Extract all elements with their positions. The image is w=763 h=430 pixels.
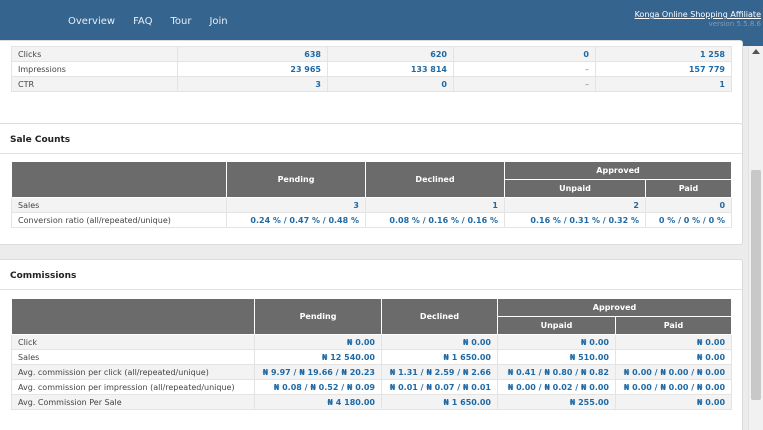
cell-value: 2 [504,197,646,213]
cell-value: 638 [177,46,328,62]
nav-overview[interactable]: Overview [68,16,115,27]
header-approved: Approved [503,161,733,180]
cell-value: ₦ 4 180.00 [254,394,382,410]
cell-value: 1 [595,76,732,92]
affiliate-info: Konga Online Shopping Affiliate version … [635,10,761,28]
table-row: Impressions 23 965 133 814 – 157 779 [11,61,732,77]
header-row: Pending Declined Approved [11,161,733,198]
panel-title: Commissions [0,260,742,290]
table-row: Click ₦ 0.00 ₦ 0.00 ₦ 0.00 ₦ 0.00 [11,334,733,350]
cell-value: 0.16 % / 0.31 % / 0.32 % [504,212,646,228]
header-declined: Declined [365,161,505,198]
cell-value: ₦ 0.00 [614,394,733,410]
cell-value: ₦ 0.41 / ₦ 0.80 / ₦ 0.82 [497,364,616,380]
row-label: Impressions [11,61,178,77]
cell-value: 133 814 [327,61,454,77]
header-blank [11,161,227,198]
cell-value: 0 [644,197,733,213]
cell-value: 3 [226,197,366,213]
cell-value: 0 % / 0 % / 0 % [644,212,733,228]
nav-faq[interactable]: FAQ [133,16,152,27]
nav-join[interactable]: Join [209,16,227,27]
row-label: Clicks [11,46,178,62]
cell-value: ₦ 0.00 / ₦ 0.00 / ₦ 0.00 [614,364,733,380]
row-label: Avg. commission per impression (all/repe… [11,379,255,395]
header-unpaid: Unpaid [504,179,646,198]
cell-value: – [453,76,596,92]
header-paid: Paid [614,316,733,335]
scroll-thumb[interactable] [751,170,761,400]
traffic-panel: Clicks 638 620 0 1 258 Impressions 23 96… [0,40,743,135]
header-row: Pending Declined Approved [11,298,733,335]
cell-value: ₦ 1.31 / ₦ 2.59 / ₦ 2.66 [381,364,498,380]
commissions-table: Pending Declined Approved Unpaid Paid Cl… [11,298,733,410]
cell-value: ₦ 0.00 [497,334,616,350]
sale-counts-panel: Sale Counts Pending Declined Approved Un… [0,123,743,245]
header-declined: Declined [381,298,498,335]
cell-value: – [453,61,596,77]
table-row: Clicks 638 620 0 1 258 [11,46,732,62]
cell-value: ₦ 0.08 / ₦ 0.52 / ₦ 0.09 [254,379,382,395]
cell-value: 0 [453,46,596,62]
sale-counts-table: Pending Declined Approved Unpaid Paid Sa… [11,161,733,228]
cell-value: 0.24 % / 0.47 % / 0.48 % [226,212,366,228]
version-label: version 5.5.8.6 [708,20,761,28]
affiliate-link[interactable]: Konga Online Shopping Affiliate [635,10,761,19]
cell-value: ₦ 0.00 [614,334,733,350]
row-label: Sales [11,349,255,365]
cell-value: ₦ 0.00 / ₦ 0.02 / ₦ 0.00 [497,379,616,395]
row-label: Avg. commission per click (all/repeated/… [11,364,255,380]
row-label: Conversion ratio (all/repeated/unique) [11,212,227,228]
header-blank [11,298,255,335]
table-row: Sales 3 1 2 0 [11,197,733,213]
scroll-up-arrow-icon[interactable] [752,49,760,54]
cell-value: 23 965 [177,61,328,77]
header-pending: Pending [226,161,366,198]
cell-value: ₦ 9.97 / ₦ 19.66 / ₦ 20.23 [254,364,382,380]
row-label: CTR [11,76,178,92]
cell-value: ₦ 12 540.00 [254,349,382,365]
cell-value: 1 258 [595,46,732,62]
table-row: Avg. commission per click (all/repeated/… [11,364,733,380]
cell-value: 0.08 % / 0.16 % / 0.16 % [365,212,505,228]
header-approved: Approved [496,298,733,317]
cell-value: 0 [327,76,454,92]
cell-value: ₦ 510.00 [497,349,616,365]
cell-value: 620 [327,46,454,62]
header-unpaid: Unpaid [497,316,616,335]
row-label: Sales [11,197,227,213]
nav-tour[interactable]: Tour [170,16,191,27]
table-row: Avg. Commission Per Sale ₦ 4 180.00 ₦ 1 … [11,394,733,410]
cell-value: 1 [365,197,505,213]
cell-value: 3 [177,76,328,92]
panel-title: Sale Counts [0,124,742,154]
table-row: CTR 3 0 – 1 [11,76,732,92]
table-row: Avg. commission per impression (all/repe… [11,379,733,395]
traffic-table: Clicks 638 620 0 1 258 Impressions 23 96… [11,46,732,92]
header-paid: Paid [644,179,733,198]
cell-value: 157 779 [595,61,732,77]
main-nav: Overview FAQ Tour Join [68,16,246,27]
table-row: Sales ₦ 12 540.00 ₦ 1 650.00 ₦ 510.00 ₦ … [11,349,733,365]
cell-value: ₦ 255.00 [497,394,616,410]
commissions-panel: Commissions Pending Declined Approved Un… [0,259,743,430]
cell-value: ₦ 1 650.00 [381,349,498,365]
table-row: Conversion ratio (all/repeated/unique) 0… [11,212,733,228]
cell-value: ₦ 0.00 / ₦ 0.00 / ₦ 0.00 [614,379,733,395]
cell-value: ₦ 0.00 [254,334,382,350]
cell-value: ₦ 0.00 [381,334,498,350]
row-label: Avg. Commission Per Sale [11,394,255,410]
cell-value: ₦ 1 650.00 [381,394,498,410]
vertical-scrollbar[interactable] [748,46,763,430]
header-pending: Pending [254,298,382,335]
cell-value: ₦ 0.01 / ₦ 0.07 / ₦ 0.01 [381,379,498,395]
row-label: Click [11,334,255,350]
cell-value: ₦ 0.00 [614,349,733,365]
